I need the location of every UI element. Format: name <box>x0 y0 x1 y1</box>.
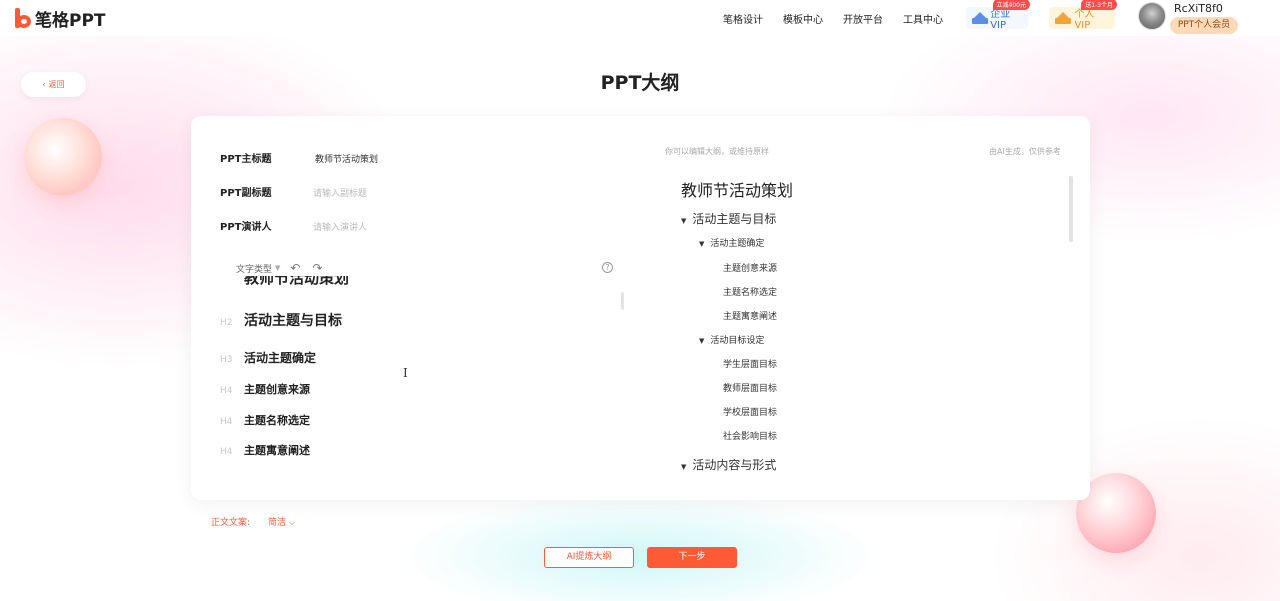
enterprise-vip-promo-tag: 立减400元 <box>992 0 1030 10</box>
preview-title: 教师节活动策划 <box>681 181 794 200</box>
text-type-dropdown[interactable]: 文字类型 <box>236 262 272 275</box>
preview-node-label: 主题创意来源 <box>723 264 778 274</box>
editor-scrollbar[interactable] <box>621 292 624 310</box>
caret-down-icon[interactable]: ▼ <box>681 217 686 225</box>
logo[interactable]: 笔格PPT <box>14 6 106 31</box>
caret-down-icon[interactable]: ▼ <box>699 240 704 248</box>
title-label: PPT主标题 <box>220 154 272 165</box>
heading-level-tag: H4 <box>220 447 233 457</box>
speaker-label: PPT演讲人 <box>220 222 272 233</box>
subtitle-label: PPT副标题 <box>220 188 272 199</box>
editor-line-h3[interactable]: 活动主题确定 <box>244 349 316 366</box>
username[interactable]: RcXiT8f0 <box>1174 2 1223 15</box>
next-step-button[interactable]: 下一步 <box>647 547 737 568</box>
preview-scrollbar[interactable] <box>1069 176 1073 242</box>
text-cursor-icon: I <box>403 366 408 380</box>
editor-line-h4[interactable]: 主题创意来源 <box>244 381 310 397</box>
preview-node-level-1[interactable]: ▼ 活动主题与目标 <box>681 210 776 227</box>
preview-node-level-2[interactable]: ▼ 活动主题确定 <box>699 236 764 249</box>
preview-node-label: 活动目标设定 <box>710 336 765 346</box>
preview-node-level-3: 主题寓意阐述 <box>723 309 777 322</box>
preview-node-label: 教师层面目标 <box>723 384 778 394</box>
avatar[interactable] <box>1138 2 1166 30</box>
preview-node-label: 活动内容与形式 <box>692 458 777 472</box>
title-input[interactable]: 教师节活动策划 <box>315 152 378 165</box>
preview-node-label: 活动主题与目标 <box>692 212 777 226</box>
outline-editor[interactable]: 教师节活动策划 H2 活动主题与目标 H3 活动主题确定 H4 主题创意来源 H… <box>220 276 620 466</box>
editor-line-h1[interactable]: 教师节活动策划 <box>244 276 349 288</box>
nav-item-design[interactable]: 笔格设计 <box>723 11 763 26</box>
preview-node-level-3: 教师层面目标 <box>723 381 777 394</box>
help-icon[interactable]: ? <box>602 262 613 273</box>
edit-hint: 你可以编辑大纲，或维持原样 <box>665 147 769 156</box>
preview-node-label: 活动主题确定 <box>710 239 765 249</box>
preview-node-level-3: 社会影响目标 <box>723 429 777 442</box>
caret-down-icon[interactable]: ▼ <box>699 337 704 345</box>
nav-item-tools[interactable]: 工具中心 <box>903 11 943 26</box>
member-badge[interactable]: PPT个人会员 <box>1170 17 1238 34</box>
crown-icon <box>972 12 989 24</box>
decorative-ball <box>24 118 102 196</box>
ai-disclaimer: 由AI生成，仅供参考 <box>989 147 1061 156</box>
top-navigation: 笔格PPT 笔格设计 模板中心 开放平台 工具中心 企业VIP 立减400元 个… <box>0 0 1280 36</box>
heading-level-tag: H2 <box>220 318 233 328</box>
doc-style-value: 简洁 <box>268 518 287 528</box>
editor-line-h2[interactable]: 活动主题与目标 <box>244 310 342 330</box>
redo-icon[interactable]: ↷ <box>312 261 322 275</box>
nav-item-templates[interactable]: 模板中心 <box>783 11 823 26</box>
doc-style-label: 正文文案: <box>211 518 251 528</box>
preview-node-label: 社会影响目标 <box>723 432 778 442</box>
ai-refine-outline-button[interactable]: AI提炼大纲 <box>544 547 634 568</box>
outline-preview: 教师节活动策划 ▼ 活动主题与目标 ▼ 活动主题确定主题创意来源 主题名称选定 主题寓意阐… <box>672 172 1068 490</box>
preview-node-level-1[interactable]: ▼ 活动内容与形式 <box>681 456 776 473</box>
heading-level-tag: H4 <box>220 386 233 396</box>
personal-vip-promo-tag: 送1-3个月 <box>1081 0 1117 10</box>
preview-node-level-3: 学生层面目标 <box>723 357 777 370</box>
logo-text: 笔格PPT <box>35 10 106 31</box>
preview-node-level-3: 主题创意来源 <box>723 261 777 274</box>
enterprise-vip-button[interactable]: 企业VIP 立减400元 <box>966 0 1030 31</box>
preview-node-level-3: 主题名称选定 <box>723 285 777 298</box>
subtitle-input[interactable]: 请输入副标题 <box>313 186 367 199</box>
logo-icon <box>14 8 32 28</box>
chevron-down-icon: ⌵ <box>288 518 295 527</box>
heading-level-tag: H4 <box>220 417 233 427</box>
heading-level-tag: H3 <box>220 355 233 365</box>
editor-line-h4[interactable]: 主题寓意阐述 <box>244 442 310 458</box>
personal-vip-button[interactable]: 个人VIP 送1-3个月 <box>1049 0 1117 31</box>
preview-node-label: 主题名称选定 <box>723 288 778 298</box>
undo-icon[interactable]: ↶ <box>290 261 300 275</box>
preview-node-label: 学生层面目标 <box>723 360 778 370</box>
editor-toolbar: 文字类型 ▼ ↶ ↷ <box>236 261 335 275</box>
speaker-input[interactable]: 请输入演讲人 <box>313 220 367 233</box>
caret-down-icon[interactable]: ▼ <box>275 264 280 272</box>
caret-down-icon[interactable]: ▼ <box>681 463 686 471</box>
page-title: PPT大纲 <box>600 72 680 94</box>
editor-line-h4[interactable]: 主题名称选定 <box>244 412 310 428</box>
crown-icon <box>1055 12 1072 24</box>
preview-node-label: 主题寓意阐述 <box>723 312 778 322</box>
preview-node-label: 学校层面目标 <box>723 408 778 418</box>
doc-style-dropdown[interactable]: 简洁 ⌵ <box>268 515 295 528</box>
preview-node-level-3: 学校层面目标 <box>723 405 777 418</box>
preview-node-level-2[interactable]: ▼ 活动目标设定 <box>699 333 764 346</box>
nav-item-open-platform[interactable]: 开放平台 <box>843 11 883 26</box>
